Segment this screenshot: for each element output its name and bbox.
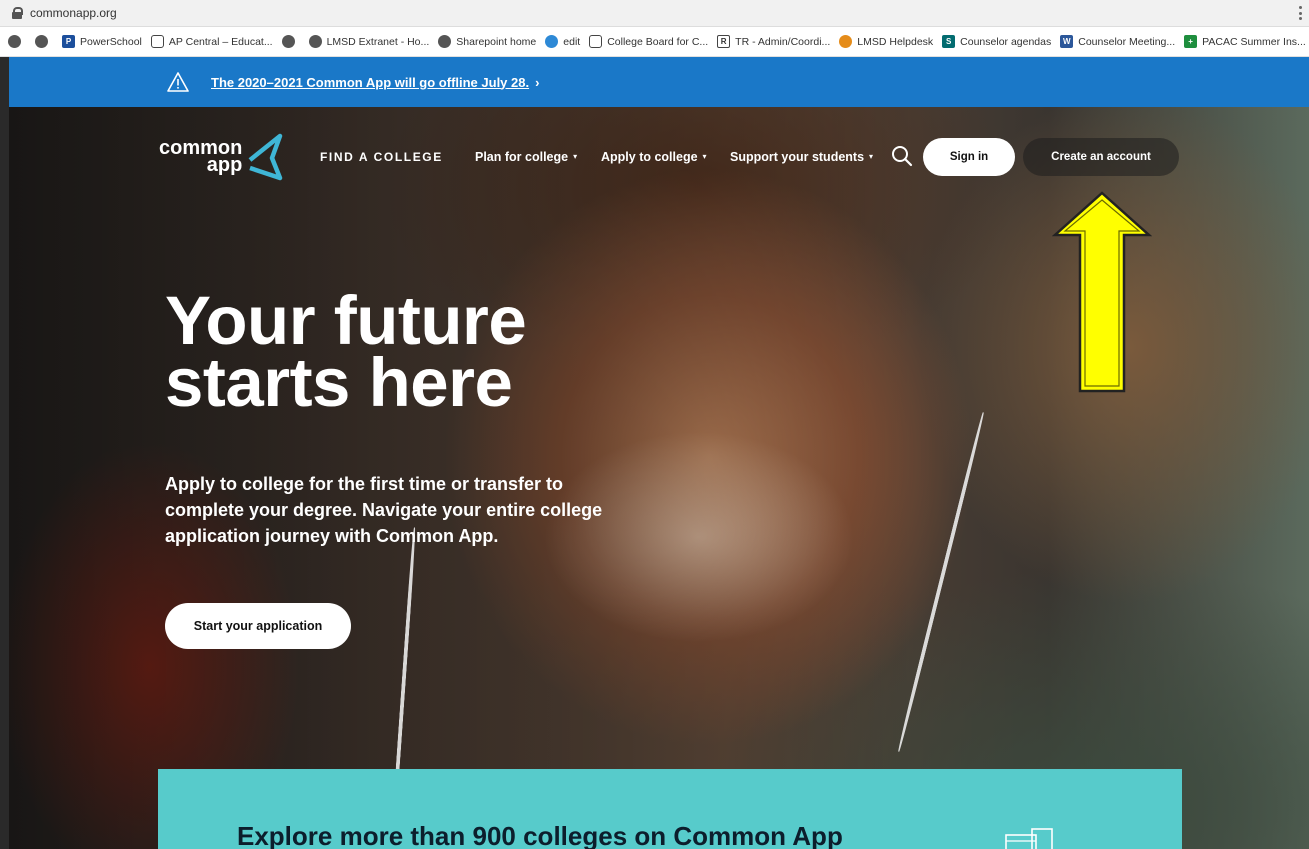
nav-label: Apply to college <box>601 150 698 164</box>
bookmark-label: LMSD Helpdesk <box>857 35 934 48</box>
bookmark-lmsd-helpdesk[interactable]: LMSD Helpdesk <box>839 35 933 48</box>
bookmark-globe-2[interactable] <box>35 35 53 48</box>
address-bar[interactable]: commonapp.org <box>0 0 1309 27</box>
alert-message-link[interactable]: The 2020–2021 Common App will go offline… <box>211 75 529 90</box>
common-app-logo[interactable]: common app <box>159 132 284 182</box>
nav-find-a-college[interactable]: FIND A COLLEGE <box>320 150 443 164</box>
caret-down-icon: ▾ <box>702 152 707 161</box>
caret-down-icon: ▾ <box>869 152 874 161</box>
headline-line-1: Your future <box>165 282 527 359</box>
bookmark-pacac[interactable]: + PACAC Summer Ins... <box>1184 35 1306 48</box>
warning-icon <box>167 72 189 92</box>
logo-wordmark: common app <box>159 138 243 176</box>
explore-colleges-panel: Explore more than 900 colleges on Common… <box>158 769 1182 849</box>
bookmark-globe-3[interactable] <box>281 35 300 48</box>
bookmark-tr-admin[interactable]: R TR - Admin/Coordi... <box>717 35 830 48</box>
bookmark-powerschool[interactable]: P PowerSchool <box>62 35 142 48</box>
bookmark-college-board[interactable]: College Board for C... <box>589 35 708 48</box>
bookmark-label: Counselor agendas <box>960 35 1052 48</box>
chevron-right-icon: › <box>535 74 540 90</box>
tr-icon: R <box>717 35 731 48</box>
edit-icon <box>545 35 559 48</box>
sign-in-button[interactable]: Sign in <box>923 138 1015 176</box>
hero-subcopy: Apply to college for the first time or t… <box>165 474 603 546</box>
word-icon: W <box>1060 35 1074 48</box>
globe-icon <box>308 35 322 48</box>
headline-line-2: starts here <box>165 344 513 421</box>
bookmarks-bar: P PowerSchool AP Central – Educat... LMSD… <box>0 27 1309 57</box>
bookmark-globe-1[interactable] <box>8 35 26 48</box>
bookmark-label: Counselor Meeting... <box>1078 35 1176 48</box>
collegeboard-icon <box>589 35 603 48</box>
bookmark-ap-central[interactable]: AP Central – Educat... <box>150 35 273 48</box>
globe-icon <box>35 35 48 48</box>
bookmark-label: edit <box>563 35 581 48</box>
bookmark-label: College Board for C... <box>607 35 709 48</box>
bookmark-label: Sharepoint home <box>456 35 537 48</box>
create-account-button[interactable]: Create an account <box>1023 138 1179 176</box>
bookmark-sharepoint-home[interactable]: Sharepoint home <box>438 35 536 48</box>
bookmark-label: PACAC Summer Ins... <box>1202 35 1306 48</box>
globe-icon <box>438 35 452 48</box>
bookmark-label: LMSD Extranet - Ho... <box>326 35 430 48</box>
yellow-arrow-annotation <box>1052 191 1152 393</box>
start-application-button[interactable]: Start your application <box>165 603 351 649</box>
globe-icon <box>8 35 21 48</box>
url-text[interactable]: commonapp.org <box>30 6 117 20</box>
nav-label: Support your students <box>730 150 865 164</box>
collegeboard-icon <box>150 35 164 48</box>
caret-down-icon: ▾ <box>573 152 578 161</box>
nav-support-your-students[interactable]: Support your students ▾ <box>730 150 873 164</box>
bookmark-edit[interactable]: edit <box>545 35 580 48</box>
lock-icon <box>12 7 23 19</box>
bookmark-counselor-meeting[interactable]: W Counselor Meeting... <box>1060 35 1175 48</box>
sharepoint-icon: S <box>942 35 956 48</box>
logo-mark-icon <box>248 133 283 181</box>
bookmark-label: TR - Admin/Coordi... <box>735 35 831 48</box>
browser-menu-icon[interactable] <box>1299 6 1303 20</box>
nav-plan-for-college[interactable]: Plan for college ▾ <box>475 150 577 164</box>
bookmark-label: PowerSchool <box>80 35 142 48</box>
search-icon[interactable] <box>891 145 913 167</box>
bookmark-lmsd-extranet[interactable]: LMSD Extranet - Ho... <box>308 35 430 48</box>
nav-apply-to-college[interactable]: Apply to college ▾ <box>601 150 707 164</box>
college-search-icon <box>1005 828 1053 849</box>
hero-section: common app FIND A COLLEGE Plan for colle… <box>9 107 1309 849</box>
left-edge-strip <box>0 57 9 849</box>
logo-word-app: app <box>206 154 243 176</box>
bookmark-counselor-agendas[interactable]: S Counselor agendas <box>942 35 1051 48</box>
bookmark-label: AP Central – Educat... <box>168 35 273 48</box>
hero-headline: Your future starts here <box>165 282 685 421</box>
nav-label: Plan for college <box>475 150 569 164</box>
explore-title: Explore more than 900 colleges on Common… <box>237 821 843 849</box>
powerschool-icon: P <box>62 35 75 48</box>
plus-icon: + <box>1184 35 1198 48</box>
globe-icon <box>281 35 295 48</box>
alert-banner[interactable]: The 2020–2021 Common App will go offline… <box>9 57 1309 107</box>
helpdesk-icon <box>839 35 853 48</box>
